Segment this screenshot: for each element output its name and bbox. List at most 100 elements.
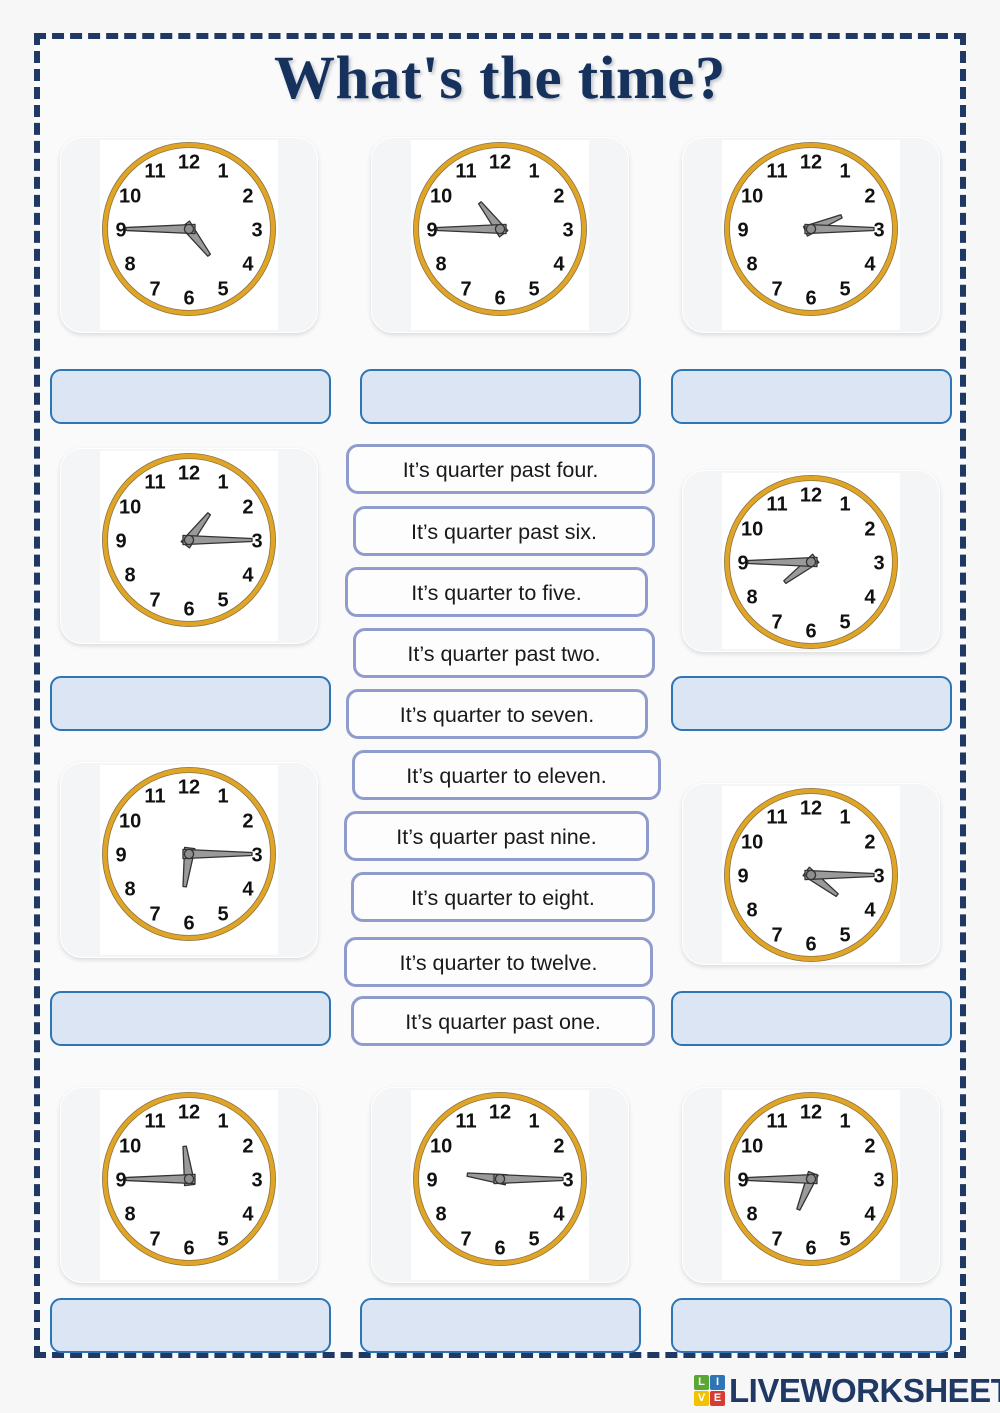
svg-text:2: 2 (864, 186, 875, 208)
liveworksheets-logo[interactable]: LIVE LIVEWORKSHEETS (694, 1372, 1000, 1408)
svg-text:2: 2 (242, 186, 253, 208)
option-chip-7[interactable]: It’s quarter past nine. (344, 811, 649, 861)
svg-text:3: 3 (251, 220, 262, 242)
svg-text:12: 12 (178, 463, 200, 485)
svg-text:7: 7 (771, 278, 782, 300)
svg-text:8: 8 (436, 1204, 447, 1226)
option-chip-4[interactable]: It’s quarter past two. (353, 628, 655, 678)
svg-text:6: 6 (805, 288, 816, 310)
svg-text:7: 7 (149, 278, 160, 300)
svg-text:7: 7 (149, 903, 160, 925)
svg-text:9: 9 (115, 845, 126, 867)
svg-text:11: 11 (766, 1111, 787, 1133)
clock-face-7: 12 1 2 3 4 5 6 7 8 9 10 11 (722, 786, 900, 962)
option-chip-9[interactable]: It’s quarter to twelve. (344, 937, 653, 987)
svg-text:6: 6 (183, 913, 194, 935)
clock-face-6: 12 1 2 3 4 5 6 7 8 9 10 11 (100, 765, 278, 955)
svg-text:11: 11 (766, 494, 787, 516)
svg-text:6: 6 (183, 288, 194, 310)
svg-text:12: 12 (800, 485, 822, 507)
clock-face-10: 12 1 2 3 4 5 6 7 8 9 10 11 (722, 1090, 900, 1280)
svg-text:8: 8 (747, 1204, 758, 1226)
logo-tile-v: V (694, 1390, 709, 1406)
clock-card: 12 1 2 3 4 5 6 7 8 9 10 11 (60, 762, 318, 958)
clock-card: 12 1 2 3 4 5 6 7 8 9 10 11 (371, 1087, 629, 1283)
svg-text:10: 10 (119, 497, 141, 519)
svg-text:3: 3 (873, 553, 884, 575)
answer-input-1[interactable] (50, 369, 331, 424)
svg-text:4: 4 (242, 565, 254, 587)
svg-text:12: 12 (178, 1102, 200, 1124)
answer-input-9[interactable] (360, 1298, 641, 1353)
clock-face-4: 12 1 2 3 4 5 6 7 8 9 10 11 (100, 451, 278, 641)
answer-input-3[interactable] (671, 369, 952, 424)
svg-text:6: 6 (494, 1238, 505, 1260)
option-chip-6[interactable]: It’s quarter to eleven. (352, 750, 661, 800)
liveworksheets-wordmark: LIVEWORKSHEETS (729, 1371, 1000, 1409)
option-chip-5[interactable]: It’s quarter to seven. (346, 689, 648, 739)
answer-input-7[interactable] (671, 991, 952, 1046)
svg-text:9: 9 (737, 1170, 748, 1192)
svg-text:5: 5 (217, 903, 228, 925)
clock-face-2: 12 1 2 3 4 5 6 7 8 9 10 11 (411, 140, 589, 330)
svg-text:6: 6 (183, 1238, 194, 1260)
svg-text:9: 9 (426, 1170, 437, 1192)
option-chip-3[interactable]: It’s quarter to five. (345, 567, 648, 617)
svg-text:4: 4 (242, 254, 254, 276)
svg-text:8: 8 (125, 879, 136, 901)
svg-text:9: 9 (426, 220, 437, 242)
svg-text:5: 5 (839, 278, 850, 300)
clock-face-8: 12 1 2 3 4 5 6 7 8 9 10 11 (100, 1090, 278, 1280)
option-chip-2[interactable]: It’s quarter past six. (353, 506, 655, 556)
svg-text:10: 10 (430, 186, 452, 208)
answer-input-8[interactable] (50, 1298, 331, 1353)
clock-card: 12 1 2 3 4 5 6 7 8 9 10 11 (682, 1087, 940, 1283)
logo-tile-l: L (694, 1374, 709, 1390)
svg-text:6: 6 (805, 621, 816, 643)
svg-text:2: 2 (242, 1136, 253, 1158)
svg-text:9: 9 (737, 866, 748, 888)
svg-text:7: 7 (771, 924, 782, 946)
svg-text:8: 8 (125, 565, 136, 587)
option-chip-10[interactable]: It’s quarter past one. (351, 996, 655, 1046)
svg-text:10: 10 (430, 1136, 452, 1158)
option-chip-8[interactable]: It’s quarter to eight. (351, 872, 655, 922)
svg-text:8: 8 (747, 587, 758, 609)
svg-text:7: 7 (149, 589, 160, 611)
svg-text:6: 6 (805, 934, 816, 956)
svg-text:6: 6 (805, 1238, 816, 1260)
svg-text:11: 11 (766, 161, 787, 183)
svg-text:9: 9 (115, 1170, 126, 1192)
svg-text:1: 1 (839, 494, 850, 516)
page-title: What's the time? (274, 45, 726, 112)
svg-text:5: 5 (839, 1228, 850, 1250)
answer-input-2[interactable] (360, 369, 641, 424)
svg-text:3: 3 (873, 866, 884, 888)
svg-text:11: 11 (455, 161, 476, 183)
svg-text:9: 9 (115, 220, 126, 242)
svg-text:6: 6 (494, 288, 505, 310)
svg-text:5: 5 (217, 1228, 228, 1250)
svg-text:4: 4 (864, 254, 876, 276)
svg-text:10: 10 (741, 186, 763, 208)
svg-text:10: 10 (741, 1136, 763, 1158)
answer-input-10[interactable] (671, 1298, 952, 1353)
svg-text:4: 4 (242, 879, 254, 901)
clock-card: 12 1 2 3 4 5 6 7 8 9 10 11 (60, 448, 318, 644)
svg-text:7: 7 (771, 1228, 782, 1250)
svg-text:2: 2 (553, 1136, 564, 1158)
svg-text:10: 10 (119, 186, 141, 208)
answer-input-5[interactable] (671, 676, 952, 731)
answer-input-6[interactable] (50, 991, 331, 1046)
answer-input-4[interactable] (50, 676, 331, 731)
clock-face-5: 12 1 2 3 4 5 6 7 8 9 10 11 (722, 473, 900, 649)
svg-text:3: 3 (562, 220, 573, 242)
svg-text:2: 2 (242, 811, 253, 833)
clock-card: 12 1 2 3 4 5 6 7 8 9 10 11 (60, 137, 318, 333)
svg-text:4: 4 (864, 900, 876, 922)
svg-text:12: 12 (800, 152, 822, 174)
clock-card: 12 1 2 3 4 5 6 7 8 9 10 11 (371, 137, 629, 333)
svg-text:7: 7 (460, 1228, 471, 1250)
option-chip-1[interactable]: It’s quarter past four. (346, 444, 655, 494)
svg-text:9: 9 (737, 220, 748, 242)
